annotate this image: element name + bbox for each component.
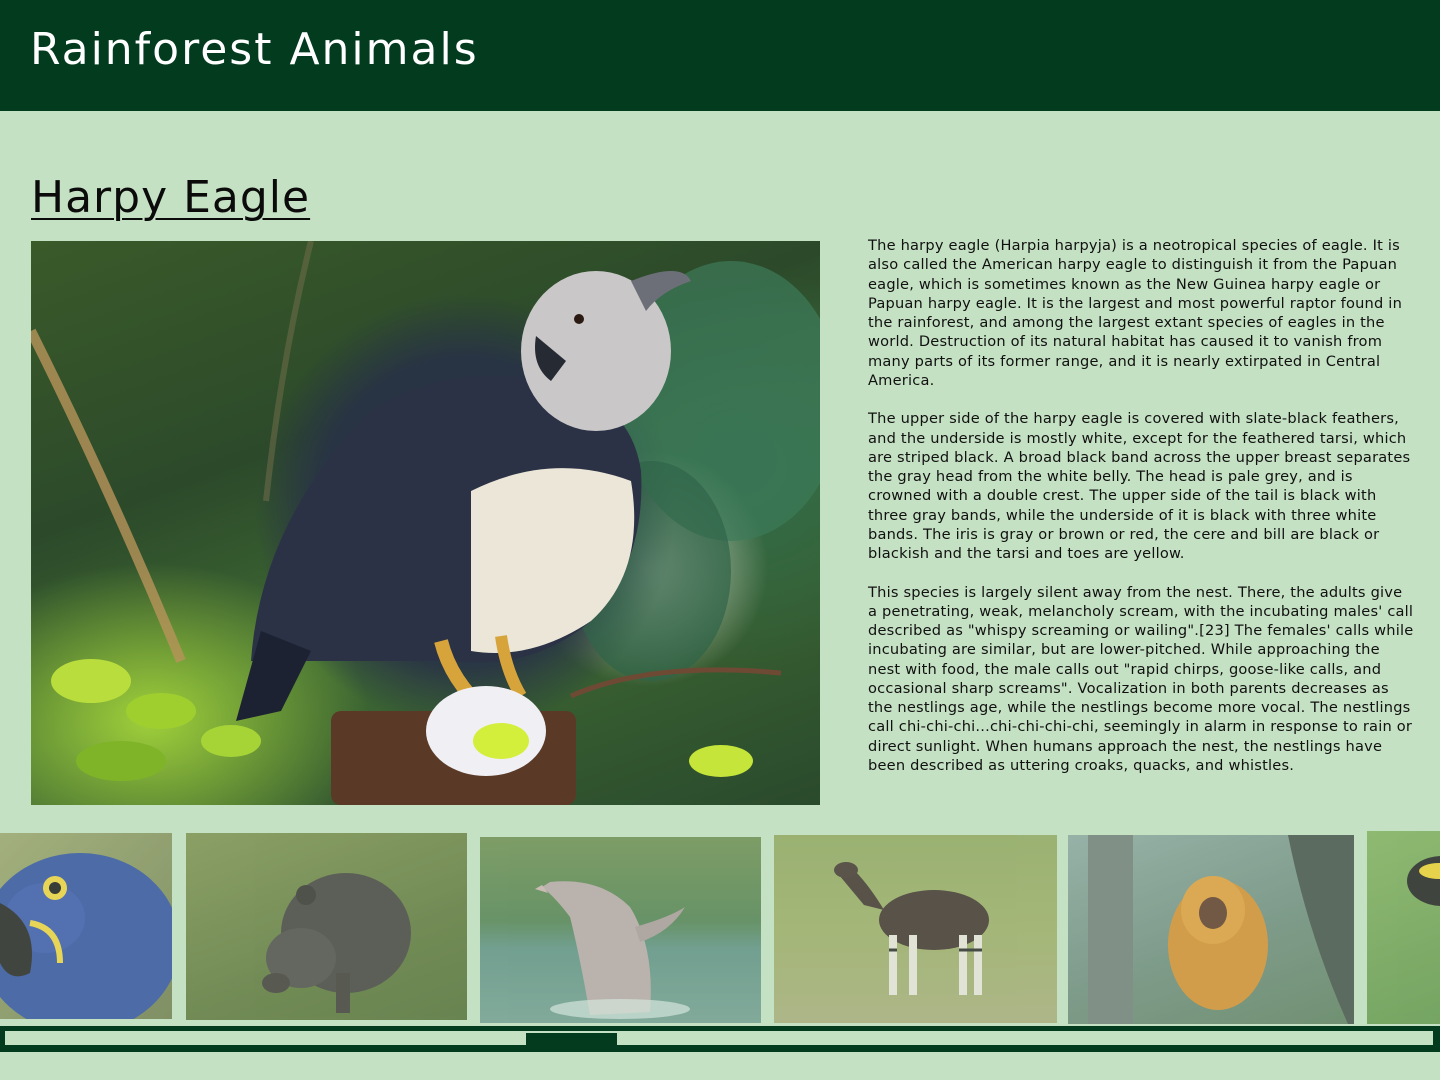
app-header: Rainforest Animals bbox=[0, 0, 1440, 111]
animal-title: Harpy Eagle bbox=[31, 172, 311, 223]
thumbnail-poison-dart-frog[interactable] bbox=[1367, 831, 1440, 1024]
harpy-eagle-photo bbox=[31, 241, 820, 805]
animal-description: The harpy eagle (Harpia harpyja) is a ne… bbox=[868, 236, 1416, 794]
scrollbar-thumb[interactable] bbox=[526, 1033, 617, 1045]
thumbnail-tapir[interactable] bbox=[186, 833, 467, 1020]
thumbnail-golden-lion-tamarin[interactable] bbox=[1068, 835, 1354, 1024]
app-title: Rainforest Animals bbox=[30, 24, 479, 75]
frog-photo-icon bbox=[1407, 856, 1440, 906]
thumbnail-okapi[interactable] bbox=[774, 835, 1057, 1023]
carousel-scrollbar[interactable] bbox=[0, 1026, 1440, 1052]
scrollbar-track[interactable] bbox=[5, 1031, 1433, 1045]
thumbnail-river-dolphin[interactable] bbox=[480, 837, 761, 1023]
tamarin-photo-icon bbox=[1088, 835, 1354, 1024]
description-paragraph: The harpy eagle (Harpia harpyja) is a ne… bbox=[868, 237, 1403, 389]
description-paragraph: The upper side of the harpy eagle is cov… bbox=[868, 410, 1411, 562]
thumbnail-hyacinth-macaw[interactable] bbox=[0, 833, 172, 1019]
tapir-photo-icon bbox=[262, 873, 411, 1013]
okapi-photo-icon bbox=[834, 862, 989, 995]
animal-carousel[interactable] bbox=[0, 830, 1440, 1026]
macaw-photo-icon bbox=[0, 853, 172, 1019]
dolphin-photo-icon bbox=[535, 881, 690, 1019]
description-paragraph: This species is largely silent away from… bbox=[868, 583, 1414, 774]
